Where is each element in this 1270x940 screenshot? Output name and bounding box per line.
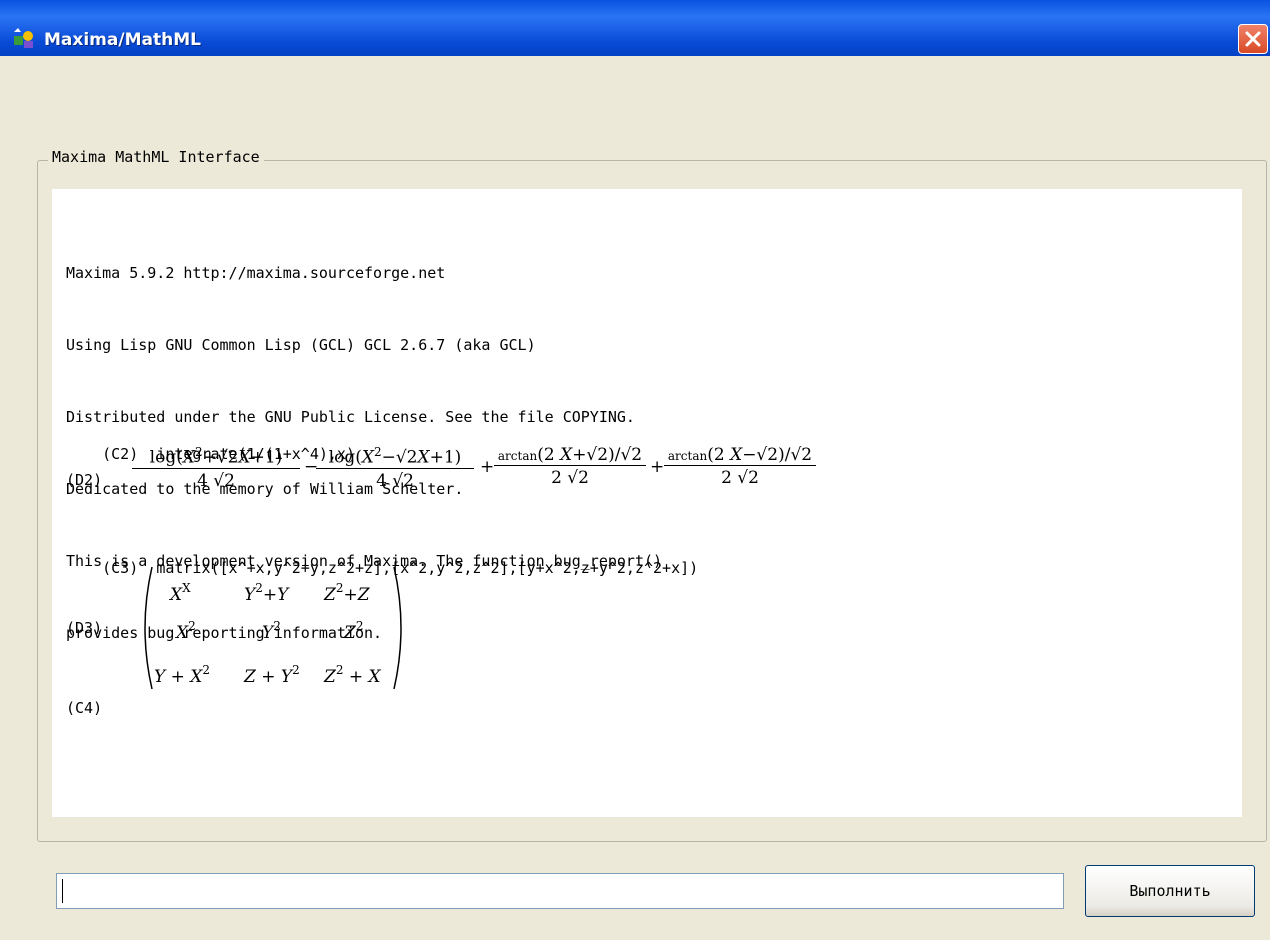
d2-label: (D2): [66, 471, 103, 489]
command-input[interactable]: [56, 873, 1064, 909]
matrix-cell: Z2: [344, 619, 364, 643]
matrix-cell: XX: [170, 581, 191, 605]
banner-line: Maxima 5.9.2 http://maxima.sourceforge.n…: [66, 264, 446, 282]
maxima-app-icon: [14, 28, 33, 48]
c3-input: matrix([x^+x,y^2+y,z^2+z],[x^2,y^2,z^2],…: [156, 559, 699, 577]
matrix-cell: Y2+Y: [244, 581, 289, 605]
groupbox-legend: Maxima MathML Interface: [48, 148, 264, 166]
run-button[interactable]: Выполнить: [1085, 865, 1255, 917]
matrix-cell: X2: [176, 619, 196, 643]
window-frame: [0, 56, 10, 940]
text-caret: [62, 879, 63, 903]
c3-label: (C3): [102, 559, 139, 577]
close-button[interactable]: [1238, 24, 1268, 54]
matrix-cell: Y + X2: [154, 663, 211, 687]
matrix-cell: Z2+Z: [324, 581, 370, 605]
banner-line: Using Lisp GNU Common Lisp (GCL) GCL 2.6…: [66, 336, 536, 354]
d2-term-4: arctan(2 X−√2)/√2 2 √2: [664, 445, 816, 488]
matrix-cell: Z + Y2: [244, 663, 300, 687]
close-icon: [1245, 31, 1261, 47]
d2-term-2: log(X2−√2X+1) 4 √2: [316, 445, 474, 491]
c3-line: (C3) matrix([x^+x,y^2+y,z^2+z],[x^2,y^2,…: [66, 541, 698, 595]
title-bar: Maxima/MathML: [0, 0, 1270, 56]
c4-label: (C4): [66, 699, 103, 717]
window-title: Maxima/MathML: [44, 30, 201, 50]
matrix-right-paren: [393, 566, 402, 690]
matrix-cell: Z2 + X: [324, 663, 381, 687]
matrix-cell: Y2: [262, 619, 281, 643]
d2-term-1: log(X2+√2X+1) 4 √2: [132, 445, 300, 491]
d2-term-3: arctan(2 X+√2)/√2 2 √2: [494, 445, 646, 488]
banner-line: Distributed under the GNU Public License…: [66, 408, 635, 426]
output-area[interactable]: Maxima 5.9.2 http://maxima.sourceforge.n…: [52, 189, 1242, 817]
matrix-left-paren: [144, 566, 153, 690]
d3-label: (D3): [66, 619, 103, 637]
